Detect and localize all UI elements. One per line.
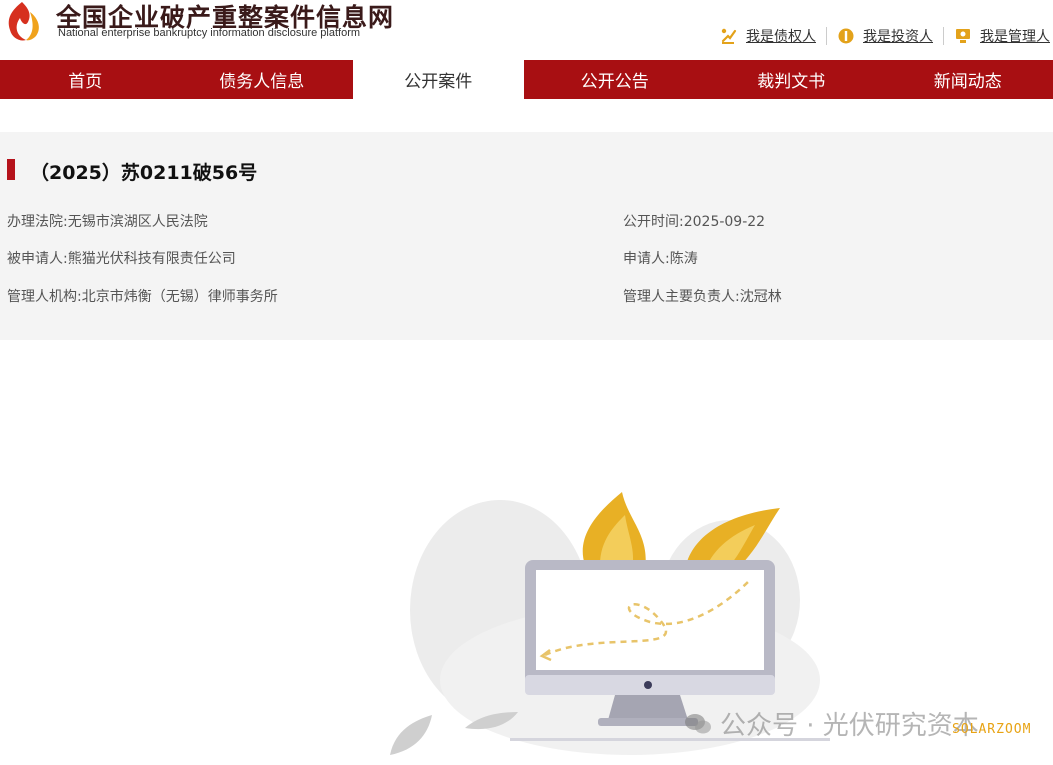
investor-link[interactable]: 我是投资人: [837, 26, 933, 46]
publish-date-label: 公开时间:: [623, 214, 684, 230]
case-number-title: （2025）苏0211破56号: [30, 162, 258, 184]
watermark-text: 公众号 · 光伏研究资本: [720, 711, 979, 741]
flame-logo-icon[interactable]: [2, 0, 46, 44]
wechat-icon: [685, 713, 711, 733]
user-role-links: 我是债权人 我是投资人 我是管理人: [720, 26, 1050, 46]
case-detail-panel: （2025）苏0211破56号 办理法院:无锡市滨湖区人民法院 公开时间:202…: [0, 132, 1053, 340]
creditor-label: 我是债权人: [746, 29, 816, 45]
court-value: 无锡市滨湖区人民法院: [67, 214, 208, 230]
site-subtitle: National enterprise bankruptcy informati…: [58, 27, 361, 39]
admin-lead-label: 管理人主要负责人:: [623, 289, 740, 305]
nav-home[interactable]: 首页: [0, 60, 171, 99]
solarzoom-logo: SOLARZOOM: [952, 722, 1032, 737]
applicant-field: 申请人:陈涛: [623, 248, 698, 268]
respondent-label: 被申请人:: [7, 251, 68, 267]
publish-date-value: 2025-09-22: [683, 214, 766, 230]
admin-lead-value: 沈冠林: [739, 289, 782, 305]
court-field: 办理法院:无锡市滨湖区人民法院: [7, 211, 208, 231]
administrator-link[interactable]: 我是管理人: [954, 26, 1050, 46]
publish-date-field: 公开时间:2025-09-22: [623, 211, 765, 231]
admin-org-field: 管理人机构:北京市炜衡（无锡）律师事务所: [7, 286, 278, 306]
administrator-icon: [956, 29, 970, 43]
divider: [943, 27, 944, 45]
title-accent-bar: [7, 159, 15, 180]
admin-org-label: 管理人机构:: [7, 289, 82, 305]
admin-lead-field: 管理人主要负责人:沈冠林: [623, 286, 782, 306]
admin-org-value: 北京市炜衡（无锡）律师事务所: [81, 289, 278, 305]
nav-public-notices[interactable]: 公开公告: [530, 60, 701, 99]
nav-public-cases[interactable]: 公开案件: [353, 60, 524, 99]
nav-news[interactable]: 新闻动态: [883, 60, 1053, 99]
administrator-label: 我是管理人: [980, 29, 1050, 45]
applicant-value: 陈涛: [669, 251, 698, 267]
wechat-watermark: 公众号 · 光伏研究资本: [684, 705, 979, 742]
applicant-label: 申请人:: [623, 251, 670, 267]
court-label: 办理法院:: [7, 214, 68, 230]
creditor-icon: [721, 28, 737, 44]
main-nav: 首页 债务人信息 公开案件 公开公告 裁判文书 新闻动态: [0, 60, 1053, 99]
investor-label: 我是投资人: [863, 29, 933, 45]
creditor-link[interactable]: 我是债权人: [720, 26, 816, 46]
site-header: 全国企业破产重整案件信息网 National enterprise bankru…: [0, 0, 1053, 60]
divider: [826, 27, 827, 45]
nav-judgments[interactable]: 裁判文书: [706, 60, 877, 99]
respondent-field: 被申请人:熊猫光伏科技有限责任公司: [7, 248, 236, 268]
nav-debtor-info[interactable]: 债务人信息: [177, 60, 348, 99]
respondent-value: 熊猫光伏科技有限责任公司: [67, 251, 236, 267]
investor-icon: [838, 28, 854, 44]
